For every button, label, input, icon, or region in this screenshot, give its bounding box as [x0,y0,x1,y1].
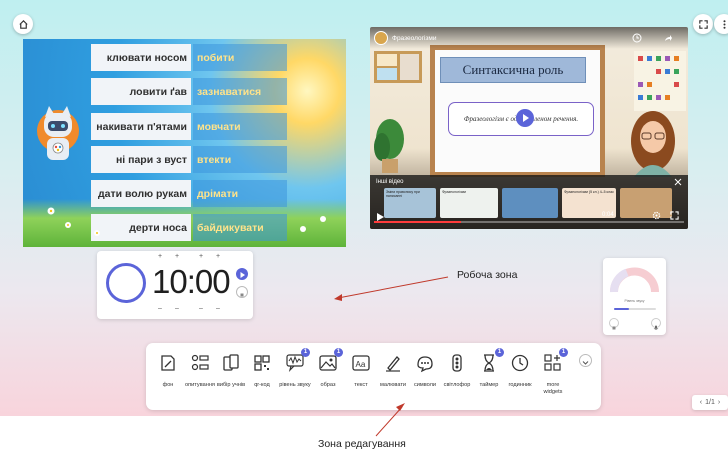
work-zone-annotation: Робоча зона [457,269,518,281]
edit-zone-annotation: Зона редагування [318,438,406,450]
annotation-arrows [334,276,449,437]
